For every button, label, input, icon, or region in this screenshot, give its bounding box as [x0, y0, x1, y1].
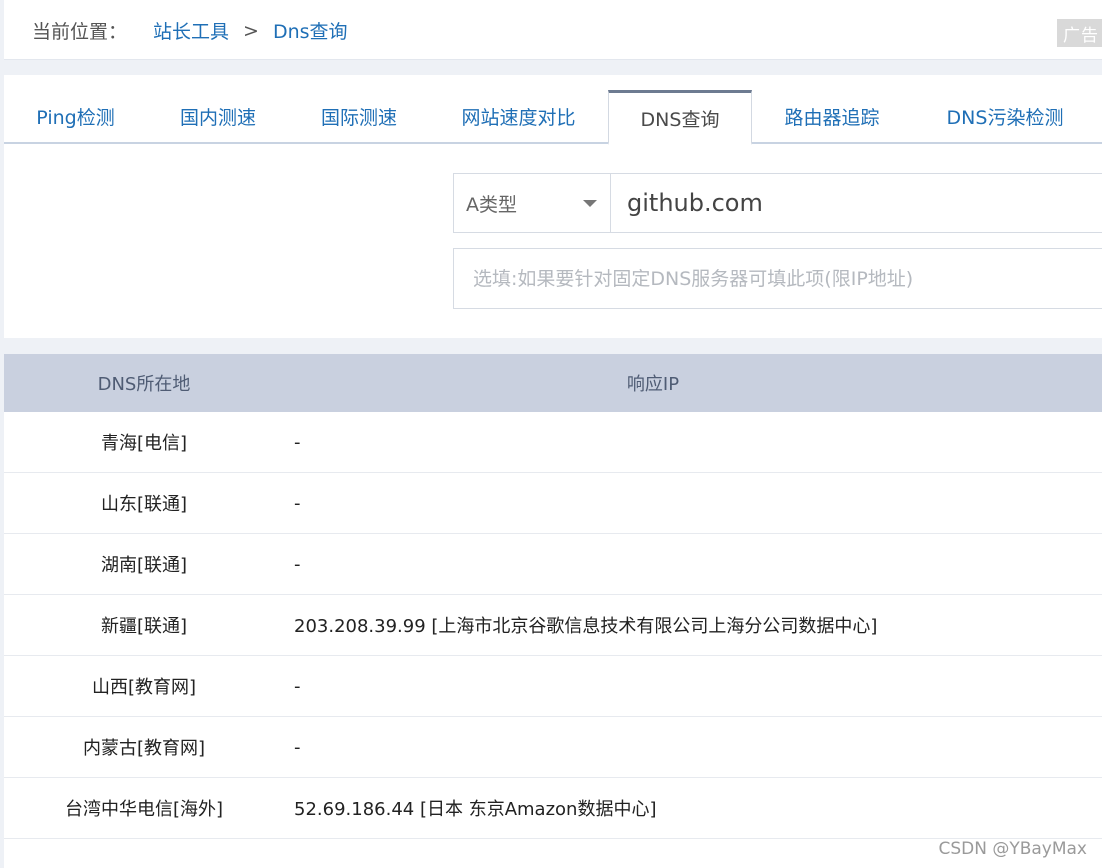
results-table: DNS所在地 响应IP 青海[电信] - 山东[联通] - 湖南[联通] - 新…	[4, 354, 1102, 868]
tool-tabs: Ping检测 国内测速 国际测速 网站速度对比 DNS查询 路由器追踪 DNS污…	[4, 90, 1102, 145]
breadcrumb-link-dns[interactable]: Dns查询	[273, 17, 348, 44]
row-location: 山东[联通]	[100, 494, 188, 515]
table-header: DNS所在地 响应IP	[4, 354, 1102, 412]
tab-ping[interactable]: Ping检测	[4, 90, 147, 143]
row-location: 青海[电信]	[100, 433, 188, 454]
row-ip: -	[294, 736, 301, 758]
breadcrumb-link-tools[interactable]: 站长工具	[153, 17, 229, 44]
row-ip: 52.69.186.44 [日本 东京Amazon数据中心]	[294, 799, 657, 820]
tab-domestic-speed[interactable]: 国内测速	[147, 90, 289, 143]
row-location: 山西[教育网]	[91, 677, 197, 698]
record-type-select[interactable]: A类型	[453, 173, 611, 233]
table-row: 内蒙古[教育网] -	[4, 717, 1102, 778]
row-location: 湖南[联通]	[100, 555, 188, 576]
row-location: 台湾中华电信[海外]	[64, 799, 224, 820]
dns-tool-card: Ping检测 国内测速 国际测速 网站速度对比 DNS查询 路由器追踪 DNS污…	[4, 75, 1102, 338]
domain-input[interactable]	[610, 173, 1102, 233]
ad-badge[interactable]: 广告	[1057, 19, 1102, 47]
watermark: CSDN @YBayMax	[938, 839, 1087, 859]
table-row: 山西[教育网] -	[4, 656, 1102, 717]
table-row: 湖南[联通] -	[4, 534, 1102, 595]
breadcrumb-separator: >	[243, 19, 259, 42]
row-ip: -	[294, 492, 301, 514]
header-location: DNS所在地	[97, 374, 191, 395]
row-ip: 203.208.39.99 [上海市北京谷歌信息技术有限公司上海分公司数据中心]	[294, 616, 878, 637]
breadcrumb: 当前位置： 站长工具 > Dns查询	[32, 17, 348, 44]
row-ip: -	[294, 553, 301, 575]
tab-dns-pollution[interactable]: DNS污染检测	[912, 90, 1098, 143]
row-ip: -	[294, 675, 301, 697]
table-row: 青海[电信] -	[4, 412, 1102, 473]
record-type-value: A类型	[466, 193, 517, 216]
tab-speed-compare[interactable]: 网站速度对比	[429, 90, 608, 143]
breadcrumb-card: 当前位置： 站长工具 > Dns查询 广告	[4, 0, 1102, 60]
dns-server-input[interactable]	[453, 248, 1102, 309]
table-row: 台湾中华电信[海外] 52.69.186.44 [日本 东京Amazon数据中心…	[4, 778, 1102, 839]
header-response-ip: 响应IP	[626, 374, 680, 395]
tab-international-speed[interactable]: 国际测速	[289, 90, 429, 143]
chevron-down-icon	[583, 200, 597, 207]
table-row: 新疆[联通] 203.208.39.99 [上海市北京谷歌信息技术有限公司上海分…	[4, 595, 1102, 656]
breadcrumb-label: 当前位置：	[32, 21, 128, 43]
row-ip: -	[294, 431, 301, 453]
tab-dns-query[interactable]: DNS查询	[608, 90, 752, 145]
tab-route-trace[interactable]: 路由器追踪	[752, 90, 912, 143]
table-row: 山东[联通] -	[4, 473, 1102, 534]
row-location: 内蒙古[教育网]	[82, 738, 206, 759]
row-location: 新疆[联通]	[100, 616, 188, 637]
